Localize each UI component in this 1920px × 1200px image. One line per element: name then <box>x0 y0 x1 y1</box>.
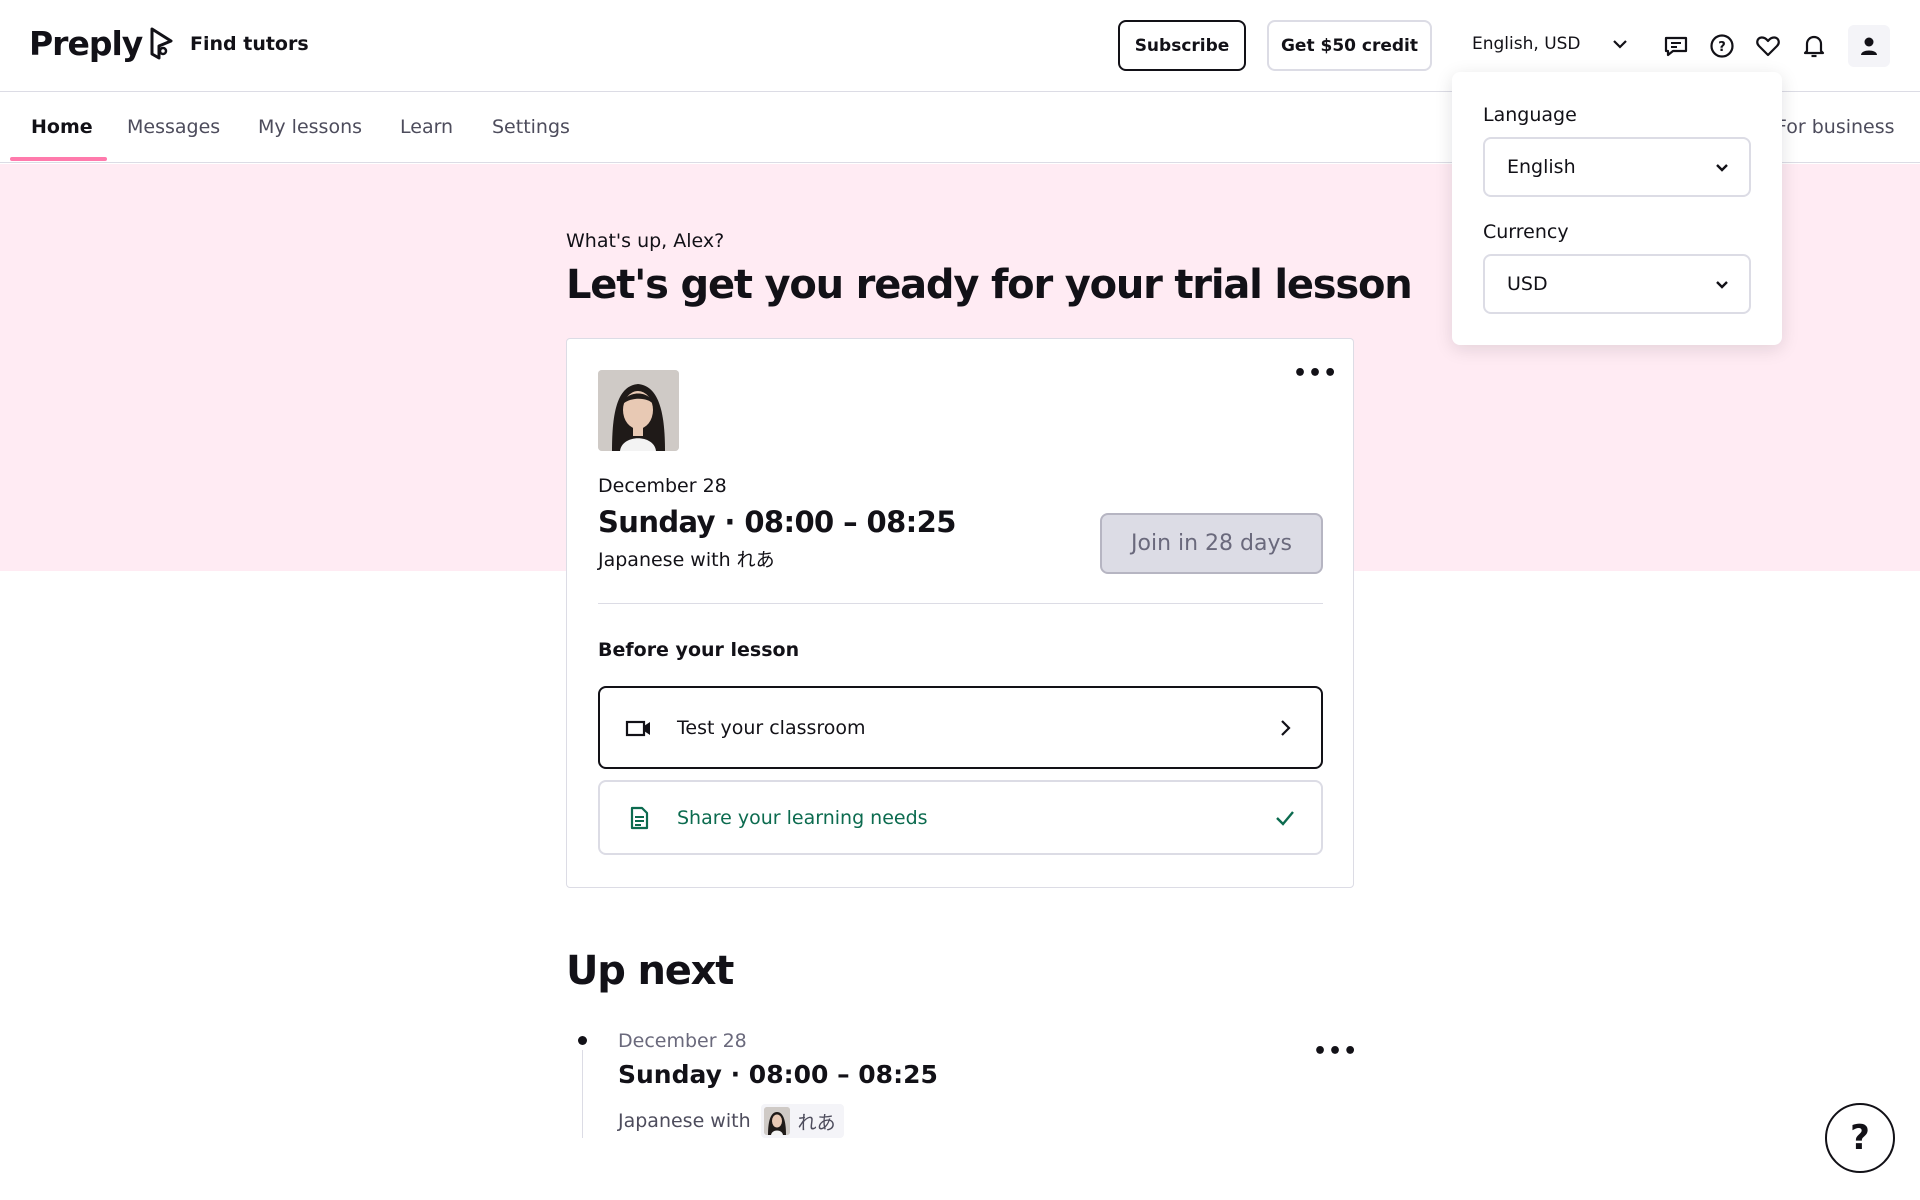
page-title: Let's get you ready for your trial lesso… <box>566 262 1413 308</box>
tutor-name: れあ <box>797 1111 836 1134</box>
video-camera-icon <box>625 714 653 742</box>
language-select[interactable]: English <box>1483 137 1751 197</box>
user-icon <box>1861 37 1877 55</box>
chevron-down-icon <box>1716 281 1728 289</box>
check-icon <box>1273 806 1297 830</box>
test-classroom-task[interactable]: Test your classroom <box>598 686 1323 769</box>
logo-text: Preply <box>29 24 143 63</box>
currency-select[interactable]: USD <box>1483 254 1751 314</box>
up-next-date: December 28 <box>618 1030 747 1052</box>
language-label: Language <box>1483 104 1577 126</box>
join-lesson-button[interactable]: Join in 28 days <box>1100 513 1323 574</box>
up-next-time: Sunday · 08:00 – 08:25 <box>618 1060 938 1089</box>
card-divider <box>598 603 1323 604</box>
share-learning-needs-task[interactable]: Share your learning needs <box>598 780 1323 855</box>
card-more-menu-icon[interactable]: ••• <box>1293 361 1338 386</box>
tutor-avatar[interactable] <box>598 370 679 451</box>
preply-logo[interactable]: Preply <box>29 24 176 63</box>
logo-mark-icon <box>150 27 173 59</box>
subscribe-button[interactable]: Subscribe <box>1118 20 1246 71</box>
chevron-right-icon <box>1273 716 1297 740</box>
help-circle-icon[interactable]: ? <box>1706 30 1738 62</box>
language-currency-selector[interactable]: English, USD <box>1472 34 1629 54</box>
tutor-avatar-small <box>763 1107 790 1135</box>
nav-item-home[interactable]: Home <box>31 116 93 138</box>
heart-icon[interactable] <box>1752 30 1784 62</box>
up-next-subject: Japanese with れあ <box>618 1104 844 1138</box>
currency-label: Currency <box>1483 221 1569 243</box>
nav-item-settings[interactable]: Settings <box>492 116 570 138</box>
trial-lesson-card: ••• December 28 Sunday · 08:00 – 08:25 J… <box>566 338 1354 888</box>
bell-icon[interactable] <box>1798 30 1830 62</box>
task-label: Test your classroom <box>677 716 866 739</box>
timeline-dot <box>578 1036 587 1045</box>
tutor-chip[interactable]: れあ <box>760 1104 844 1138</box>
chevron-down-icon <box>1716 164 1728 172</box>
lesson-date: December 28 <box>598 475 727 497</box>
svg-text:?: ? <box>1718 40 1726 55</box>
up-next-heading: Up next <box>566 948 734 994</box>
user-avatar-button[interactable] <box>1848 25 1890 67</box>
find-tutors-link[interactable]: Find tutors <box>190 33 309 55</box>
get-credit-button[interactable]: Get $50 credit <box>1267 20 1432 71</box>
messages-icon[interactable] <box>1660 30 1692 62</box>
before-lesson-heading: Before your lesson <box>598 639 800 661</box>
greeting-text: What's up, Alex? <box>566 230 725 252</box>
lesson-time: Sunday · 08:00 – 08:25 <box>598 505 956 539</box>
up-next-subject-prefix: Japanese with <box>618 1110 751 1132</box>
active-tab-indicator <box>10 157 107 161</box>
language-currency-label: English, USD <box>1472 34 1581 54</box>
nav-item-my-lessons[interactable]: My lessons <box>258 116 362 138</box>
nav-item-messages[interactable]: Messages <box>127 116 220 138</box>
nav-item-business[interactable]: For business <box>1776 116 1895 138</box>
up-next-more-menu-icon[interactable]: ••• <box>1313 1039 1358 1064</box>
help-chat-button[interactable]: ? <box>1825 1103 1895 1173</box>
nav-item-learn[interactable]: Learn <box>400 116 453 138</box>
currency-value: USD <box>1507 273 1548 295</box>
lesson-subject: Japanese with れあ <box>598 549 775 571</box>
task-label: Share your learning needs <box>677 806 928 829</box>
chevron-down-icon <box>1612 40 1627 49</box>
document-icon <box>625 804 653 832</box>
timeline-line <box>582 1050 583 1138</box>
language-value: English <box>1507 156 1576 178</box>
language-currency-popover: Language English Currency USD <box>1452 72 1782 345</box>
